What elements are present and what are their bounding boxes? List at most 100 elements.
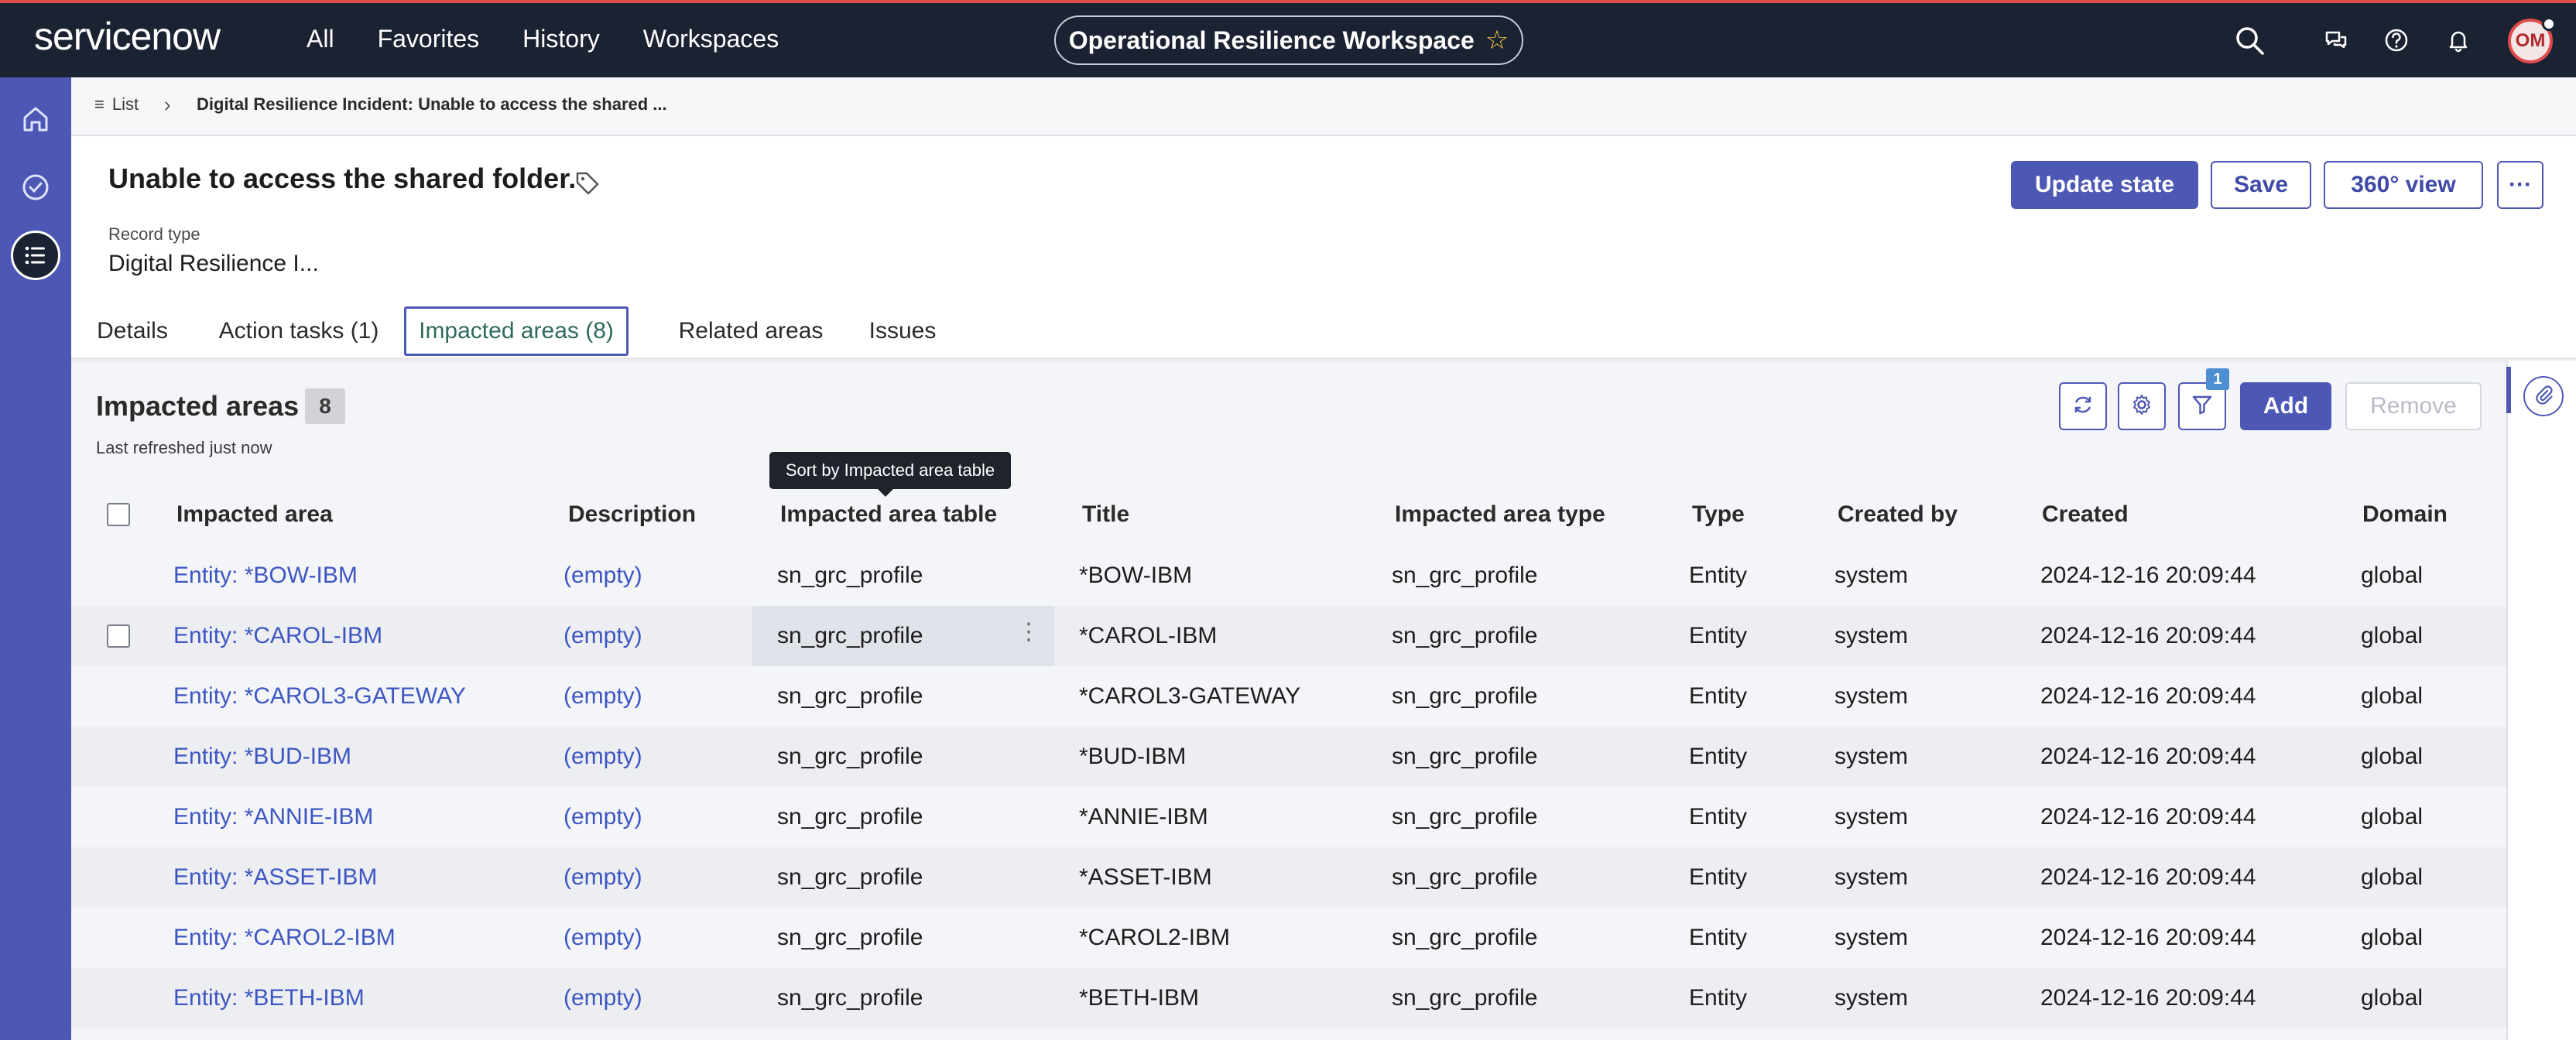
- nav-all[interactable]: All: [307, 25, 334, 53]
- filter-icon: [2191, 393, 2214, 420]
- cell-impacted-area[interactable]: Entity: *ASSET-IBM: [173, 864, 377, 891]
- tab-impacted-areas[interactable]: Impacted areas (8): [404, 306, 629, 356]
- workspace-name: Operational Resilience Workspace: [1068, 26, 1475, 54]
- table-row[interactable]: Entity: *BOW-IBM (empty) sn_grc_profile *BO…: [71, 546, 2506, 606]
- cell-impacted-area-type: sn_grc_profile: [1392, 864, 1538, 890]
- save-button[interactable]: Save: [2211, 161, 2311, 209]
- bell-icon[interactable]: [2438, 20, 2478, 60]
- cell-impacted-area-table: sn_grc_profile: [777, 804, 923, 830]
- search-icon[interactable]: [2229, 20, 2269, 60]
- col-impacted-area[interactable]: Impacted area: [176, 501, 333, 528]
- col-type[interactable]: Type: [1692, 501, 1745, 528]
- scrollbar-thumb[interactable]: [2506, 367, 2511, 413]
- cell-impacted-area-type: sn_grc_profile: [1392, 985, 1538, 1011]
- cell-description[interactable]: (empty): [564, 864, 642, 891]
- col-created-by[interactable]: Created by: [1838, 501, 1958, 528]
- cell-impacted-area[interactable]: Entity: *ANNIE-IBM: [173, 804, 373, 830]
- servicenow-logo[interactable]: servicenow: [34, 14, 221, 59]
- add-button[interactable]: Add: [2240, 382, 2331, 430]
- table-row[interactable]: Entity: *BETH-IBM (empty) sn_grc_profile *B…: [71, 968, 2506, 1028]
- star-icon[interactable]: ☆: [1485, 25, 1509, 56]
- record-title: Unable to access the shared folder.: [108, 162, 577, 194]
- workspace-selector[interactable]: Operational Resilience Workspace ☆: [1054, 15, 1523, 65]
- cell-created: 2024-12-16 20:09:44: [2040, 563, 2256, 588]
- cell-description[interactable]: (empty): [564, 623, 642, 649]
- panel-title: Impacted areas: [96, 390, 300, 422]
- cell-description[interactable]: (empty): [564, 563, 642, 589]
- tab-action-tasks[interactable]: Action tasks (1): [207, 306, 390, 356]
- cell-created-by: system: [1834, 804, 1909, 830]
- menu-icon: ≡: [94, 94, 104, 114]
- home-icon[interactable]: [11, 94, 60, 144]
- table-row[interactable]: Entity: *CAROL2-IBM (empty) sn_grc_profile…: [71, 908, 2506, 968]
- cell-created: 2024-12-16 20:09:44: [2040, 864, 2256, 890]
- cell-type: Entity: [1689, 683, 1748, 709]
- cell-description[interactable]: (empty): [564, 683, 642, 710]
- cell-domain: global: [2361, 744, 2424, 769]
- cell-menu-icon[interactable]: ⋮: [1017, 618, 1040, 645]
- cell-impacted-area[interactable]: Entity: *CAROL-IBM: [173, 623, 382, 649]
- cell-impacted-area[interactable]: Entity: *BETH-IBM: [173, 985, 365, 1011]
- cell-description[interactable]: (empty): [564, 744, 642, 770]
- col-domain[interactable]: Domain: [2362, 501, 2448, 528]
- tabs-divider: [71, 358, 2576, 364]
- table-row[interactable]: Entity: *BUD-IBM (empty) sn_grc_profile *BU…: [71, 727, 2506, 787]
- cell-created-by: system: [1834, 744, 1909, 769]
- nav-favorites[interactable]: Favorites: [378, 25, 480, 53]
- col-created[interactable]: Created: [2042, 501, 2129, 528]
- tag-icon[interactable]: [574, 170, 601, 200]
- help-icon[interactable]: [2376, 20, 2417, 60]
- cell-impacted-area-table: sn_grc_profile: [777, 744, 923, 769]
- breadcrumb-list-link[interactable]: ≡ List: [94, 94, 139, 115]
- record-tabs: Details Action tasks (1) Impacted areas …: [71, 306, 2576, 361]
- cell-description[interactable]: (empty): [564, 925, 642, 951]
- last-refreshed-text: Last refreshed just now: [96, 438, 272, 457]
- cell-impacted-area-table: sn_grc_profile: [777, 864, 923, 890]
- tab-details[interactable]: Details: [84, 306, 181, 356]
- record-type-value: Digital Resilience I...: [108, 251, 319, 276]
- nav-workspaces[interactable]: Workspaces: [643, 25, 779, 53]
- list-icon[interactable]: [11, 231, 60, 280]
- check-circle-icon[interactable]: [11, 162, 60, 212]
- col-impacted-area-type[interactable]: Impacted area type: [1395, 501, 1605, 528]
- cell-created-by: system: [1834, 985, 1909, 1011]
- cell-created: 2024-12-16 20:09:44: [2040, 985, 2256, 1011]
- table-row[interactable]: Entity: *ANNIE-IBM (empty) sn_grc_profile *…: [71, 787, 2506, 847]
- chat-icon[interactable]: [2316, 20, 2356, 60]
- update-state-button[interactable]: Update state: [2011, 161, 2198, 209]
- cell-created-by: system: [1834, 563, 1909, 588]
- cell-description[interactable]: (empty): [564, 985, 642, 1011]
- cell-type: Entity: [1689, 864, 1748, 890]
- col-title[interactable]: Title: [1082, 501, 1129, 528]
- cell-type: Entity: [1689, 925, 1748, 950]
- settings-button[interactable]: [2118, 382, 2166, 430]
- attachment-button[interactable]: [2523, 376, 2564, 416]
- cell-impacted-area[interactable]: Entity: *CAROL3-GATEWAY: [173, 683, 466, 710]
- remove-button[interactable]: Remove: [2345, 382, 2482, 430]
- cell-type: Entity: [1689, 563, 1748, 588]
- cell-impacted-area[interactable]: Entity: *CAROL2-IBM: [173, 925, 396, 951]
- select-all-checkbox[interactable]: [107, 503, 130, 526]
- col-description[interactable]: Description: [568, 501, 696, 528]
- table-row[interactable]: Entity: *CAROL3-GATEWAY (empty) sn_grc_pro…: [71, 666, 2506, 727]
- cell-description[interactable]: (empty): [564, 804, 642, 830]
- nav-history[interactable]: History: [522, 25, 600, 53]
- col-impacted-area-table[interactable]: Impacted area table: [780, 501, 997, 528]
- tab-issues[interactable]: Issues: [848, 306, 957, 356]
- cell-created: 2024-12-16 20:09:44: [2040, 744, 2256, 769]
- refresh-button[interactable]: [2059, 382, 2107, 430]
- cell-created-by: system: [1834, 623, 1909, 648]
- cell-impacted-area-table: sn_grc_profile: [777, 683, 923, 709]
- cell-impacted-area[interactable]: Entity: *BOW-IBM: [173, 563, 358, 589]
- cell-title: *CAROL3-GATEWAY: [1079, 683, 1301, 709]
- sort-tooltip: Sort by Impacted area table: [769, 452, 1011, 497]
- row-checkbox[interactable]: [107, 624, 130, 648]
- cell-title: *ASSET-IBM: [1079, 864, 1212, 890]
- more-actions-button[interactable]: ···: [2497, 161, 2543, 209]
- breadcrumb-current[interactable]: Digital Resilience Incident: Unable to a…: [197, 94, 667, 115]
- tab-related-areas[interactable]: Related areas: [650, 306, 851, 356]
- table-row[interactable]: Entity: *ASSET-IBM (empty) sn_grc_profile *…: [71, 847, 2506, 908]
- cell-impacted-area[interactable]: Entity: *BUD-IBM: [173, 744, 351, 770]
- table-row[interactable]: ⋮ Entity: *CAROL-IBM (empty) sn_grc_profile…: [71, 606, 2506, 666]
- view-360-button[interactable]: 360° view: [2324, 161, 2483, 209]
